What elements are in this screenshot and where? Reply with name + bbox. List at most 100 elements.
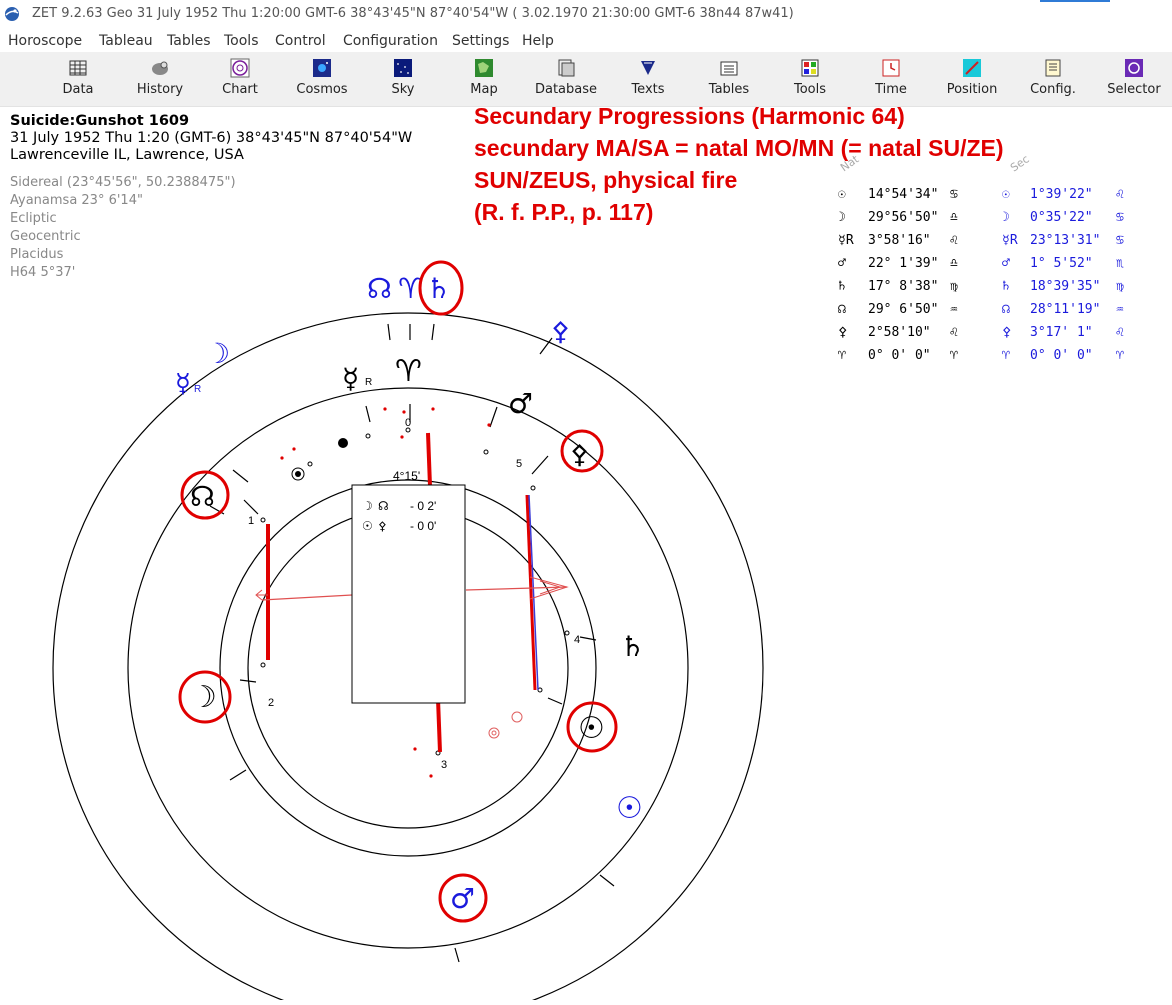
data-button[interactable]: Data	[38, 56, 118, 104]
cosmos-button[interactable]: Cosmos	[282, 56, 362, 104]
natal-moon-glyph[interactable]: ☽	[190, 680, 217, 715]
table-row: ☿R 3°58'16" ♌ ☿R 23°13'31" ♋	[832, 233, 1172, 255]
natal-sign: ♒	[950, 302, 958, 317]
sec-sign: ♒	[1116, 302, 1124, 317]
natal-position: 3°58'16"	[868, 233, 931, 248]
time-button[interactable]: Time	[851, 56, 931, 104]
natal-planet-glyph: ♄	[838, 279, 846, 294]
selector-icon	[1125, 59, 1143, 77]
sec-zeus-glyph[interactable]: ⚴	[551, 317, 570, 347]
sec-planet-glyph: ♂	[1002, 256, 1010, 271]
toolbar: Data History Chart Cosmos Sky Map Databa…	[0, 52, 1172, 107]
texts-icon	[641, 61, 655, 75]
natal-zeus-glyph[interactable]: ⚴	[570, 440, 589, 470]
natal-position: 14°54'34"	[868, 187, 939, 202]
natal-sign: ♈	[950, 348, 958, 363]
natal-mercury-retro: R	[365, 377, 372, 388]
natal-sun-glyph[interactable]: ☉	[578, 711, 605, 746]
history-button-label: History	[136, 82, 184, 97]
config-button-label: Config.	[1030, 82, 1076, 97]
natal-sign: ♋	[950, 187, 958, 202]
sky-button[interactable]: Sky	[363, 56, 443, 104]
sec-column-header: Sec	[1008, 152, 1032, 175]
history-button[interactable]: History	[120, 56, 200, 104]
chart-button-label: Chart	[222, 82, 258, 97]
tables-button[interactable]: Tables	[689, 56, 769, 104]
texts-button[interactable]: Texts	[608, 56, 688, 104]
natal-sign: ♎	[950, 256, 958, 271]
natal-aries-glyph[interactable]: ♈	[395, 354, 422, 389]
database-button[interactable]: Database	[526, 56, 606, 104]
tools-button[interactable]: Tools	[770, 56, 850, 104]
map-button[interactable]: Map	[444, 56, 524, 104]
selector-button[interactable]: Selector	[1094, 56, 1172, 104]
menu-tools[interactable]: Tools	[224, 33, 259, 49]
house-number-4: 4	[574, 634, 580, 646]
position-button[interactable]: Position	[932, 56, 1012, 104]
natal-planet-glyph: ⚴	[838, 325, 848, 340]
sky-icon	[394, 59, 412, 77]
table-row: ⚴ 2°58'10" ♌ ⚴ 3°17' 1" ♌	[832, 325, 1172, 347]
map-button-label: Map	[470, 82, 498, 97]
natal-mars-glyph[interactable]: ♂	[508, 387, 533, 420]
natal-saturn-glyph[interactable]: ♄	[620, 630, 645, 663]
sec-planet-glyph: ☉	[1002, 187, 1010, 202]
midpoint-line-1-a: ☽	[362, 499, 373, 513]
history-icon	[152, 61, 168, 75]
house-number-2: 2	[268, 697, 274, 709]
natal-sign: ♌	[950, 233, 958, 248]
sec-position: 23°13'31"	[1030, 233, 1101, 248]
sec-mercury-glyph[interactable]: ☿	[175, 369, 191, 399]
sec-node-glyph[interactable]: ☊	[367, 272, 392, 305]
menu-configuration[interactable]: Configuration	[343, 33, 438, 49]
natal-node-glyph[interactable]: ☊	[190, 480, 215, 513]
menu-control[interactable]: Control	[275, 33, 326, 49]
natal-planet-glyph: ♈	[838, 348, 846, 363]
annotation-line-1: Secundary Progressions (Harmonic 64)	[474, 103, 905, 129]
chart-wheel[interactable]: 0 1 2 3 4 5 4°15' ☽ ☊ - 0 2' ☉ ⚴ - 0 0' …	[0, 100, 832, 1000]
natal-mercury-glyph[interactable]: ☿	[342, 362, 359, 395]
sky-button-label: Sky	[391, 82, 415, 97]
sec-position: 0° 0' 0"	[1030, 348, 1093, 363]
natal-position: 0° 0' 0"	[868, 348, 931, 363]
menu-horoscope[interactable]: Horoscope	[8, 33, 82, 49]
database-button-label: Database	[534, 82, 598, 97]
database-icon	[558, 59, 575, 77]
sec-mars-glyph[interactable]: ♂	[450, 882, 475, 915]
tables-button-label: Tables	[708, 82, 750, 97]
sec-sign: ♌	[1116, 325, 1124, 340]
tools-icon	[801, 59, 819, 77]
menu-tables[interactable]: Tables	[167, 33, 211, 49]
chart-button[interactable]: Chart	[200, 56, 280, 104]
natal-sign: ♍	[950, 279, 958, 294]
sec-position: 3°17' 1"	[1030, 325, 1093, 340]
tools-button-label: Tools	[793, 82, 827, 97]
midpoint-line-1-b: ☊	[378, 499, 389, 513]
sec-sign: ♏	[1116, 256, 1124, 271]
sec-planet-glyph: ♈	[1002, 348, 1010, 363]
chart-wheel-icon	[230, 58, 250, 78]
sec-saturn-glyph[interactable]: ♄	[426, 272, 451, 305]
position-button-label: Position	[946, 82, 998, 97]
midpoint-line-2-b: ⚴	[378, 519, 387, 533]
annotation-line-2: secundary MA/SA = natal MO/MN (= natal S…	[474, 135, 1004, 161]
natal-position: 22° 1'39"	[868, 256, 939, 271]
cosmos-icon	[313, 59, 331, 77]
natal-planet-glyph: ☿R	[838, 233, 854, 248]
sec-position: 1°39'22"	[1030, 187, 1093, 202]
table-row: ☽ 29°56'50" ♎ ☽ 0°35'22" ♋	[832, 210, 1172, 232]
natal-sign: ♌	[950, 325, 958, 340]
config-button[interactable]: Config.	[1013, 56, 1093, 104]
sec-sun-glyph[interactable]: ☉	[616, 791, 643, 826]
sec-planet-glyph: ♄	[1002, 279, 1010, 294]
sec-position: 0°35'22"	[1030, 210, 1093, 225]
menu-settings[interactable]: Settings	[452, 33, 509, 49]
menu-tableau[interactable]: Tableau	[99, 33, 153, 49]
sec-planet-glyph: ☿R	[1002, 233, 1018, 248]
sec-moon-glyph[interactable]: ☽	[205, 337, 230, 370]
menu-help[interactable]: Help	[522, 33, 554, 49]
sec-sign: ♌	[1116, 187, 1124, 202]
app-globe-icon[interactable]	[4, 6, 20, 22]
texts-button-label: Texts	[631, 82, 665, 97]
table-row: ☊ 29° 6'50" ♒ ☊ 28°11'19" ♒	[832, 302, 1172, 324]
